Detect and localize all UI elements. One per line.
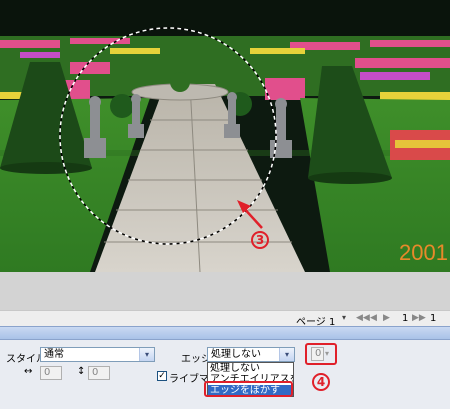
- chevron-down-icon: ▾: [279, 348, 294, 361]
- properties-panel-header[interactable]: [0, 326, 450, 340]
- page-total: 1: [430, 313, 437, 324]
- edge-value: 処理しない: [211, 349, 261, 360]
- live-marquee-label: ライブマーキ: [169, 374, 207, 385]
- photo-canvas[interactable]: 3 2001: [0, 0, 450, 272]
- callout-4-marker: 4: [312, 373, 330, 391]
- height-icon: ↕: [77, 366, 86, 377]
- first-page-icon[interactable]: ◀◀: [356, 313, 370, 323]
- width-icon: ↔: [24, 366, 33, 377]
- callout-3-marker: 3: [251, 231, 269, 249]
- previous-page-icon[interactable]: ◀: [370, 313, 377, 323]
- edge-option-none[interactable]: 処理しない: [208, 363, 293, 374]
- edge-blur-highlight: [305, 343, 337, 365]
- width-field[interactable]: 0: [40, 366, 62, 380]
- year-stamp: 2001: [399, 240, 448, 265]
- page-number: 1: [402, 313, 409, 324]
- page-menu-chevron-icon[interactable]: ▾: [342, 313, 346, 322]
- feather-option-highlight: [204, 381, 293, 397]
- garden-photo: [0, 0, 450, 272]
- live-marquee-checkbox[interactable]: ✓: [157, 371, 167, 381]
- style-value: 通常: [44, 349, 64, 360]
- last-page-icon[interactable]: ▶▶: [412, 313, 426, 323]
- height-field[interactable]: 0: [88, 366, 110, 380]
- page-navigation-bar: ページ 1 ▾ ◀◀ ◀ ▶ 1 ▶▶ 1: [0, 310, 450, 328]
- canvas-background: [0, 272, 450, 310]
- style-dropdown[interactable]: 通常 ▾: [40, 347, 155, 362]
- edge-dropdown[interactable]: 処理しない ▾: [207, 347, 295, 362]
- chevron-down-icon: ▾: [139, 348, 154, 361]
- next-page-icon[interactable]: ▶: [383, 313, 390, 323]
